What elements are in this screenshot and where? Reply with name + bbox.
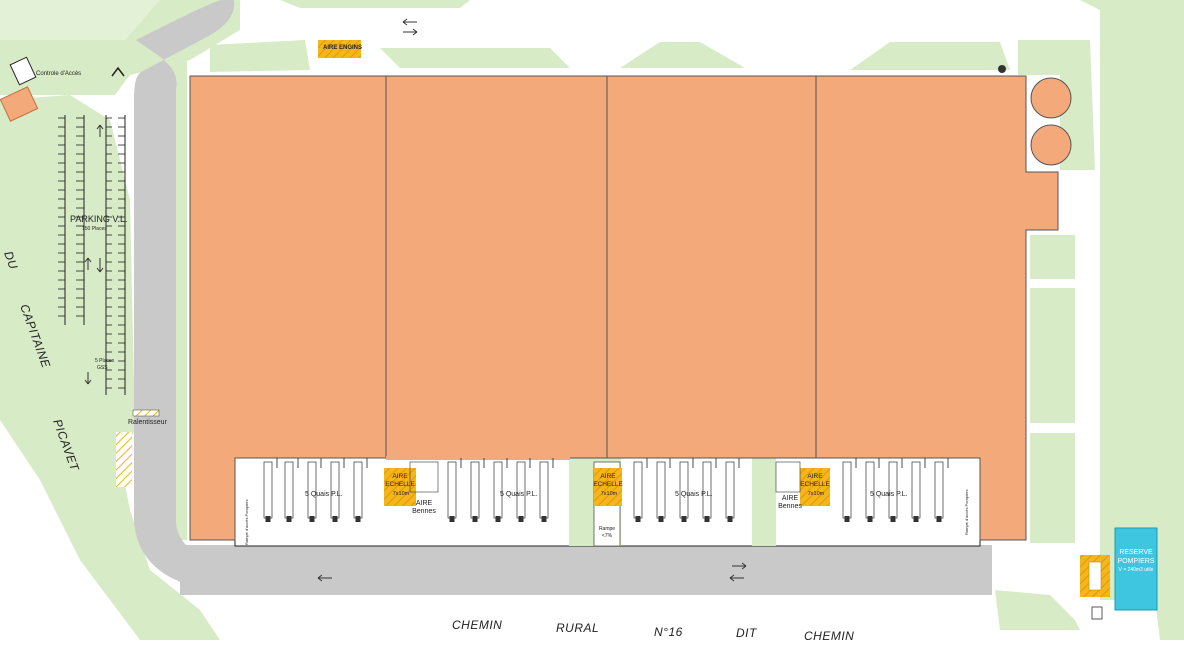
controle-acces-label: Controle d'Accès bbox=[36, 71, 81, 77]
road-word-chemin-1: CHEMIN bbox=[452, 618, 502, 632]
aire-echelle-1-l2: ECHELLE bbox=[385, 481, 415, 488]
rampe-pct: <7% bbox=[602, 533, 613, 539]
dock-door bbox=[265, 516, 271, 522]
dock-door bbox=[681, 516, 687, 522]
parking-small-sub: GSS bbox=[97, 365, 108, 371]
hydrant-icon bbox=[998, 65, 1006, 73]
dock-door bbox=[635, 516, 641, 522]
road-word-chemin-2: CHEMIN bbox=[804, 629, 854, 643]
aire-echelle-2-l1: AIRE bbox=[600, 473, 616, 480]
tank-2 bbox=[1030, 124, 1072, 166]
road-word-dit: DIT bbox=[736, 626, 758, 640]
parking-small-label: 5 Places bbox=[95, 358, 115, 364]
reserve-l2: POMPIERS bbox=[1118, 558, 1155, 565]
parking-places: 150 Places bbox=[82, 226, 107, 232]
dock-door bbox=[913, 516, 919, 522]
tank-1 bbox=[1030, 77, 1072, 119]
quai-label-3: 5 Quais P.L. bbox=[675, 491, 713, 498]
dock-door bbox=[332, 516, 338, 522]
dock-door bbox=[704, 516, 710, 522]
road-word-n16: N°16 bbox=[654, 625, 683, 639]
aire-bennes-2-l1: AIRE bbox=[782, 495, 799, 502]
aire-echelle-1: AIRE ECHELLE 7x10m bbox=[384, 468, 416, 506]
dock-door bbox=[286, 516, 292, 522]
parking-title: PARKING V.L. bbox=[70, 214, 128, 224]
aire-bennes-2-l2: Bennes bbox=[778, 503, 802, 510]
aire-echelle-3: AIRE ECHELLE 7x10m bbox=[800, 468, 830, 506]
dock-door bbox=[309, 516, 315, 522]
aire-bennes-1-l2: Bennes bbox=[412, 508, 436, 515]
site-plan: PARKING V.L. 150 Places 5 Places GSS Con… bbox=[0, 0, 1184, 643]
dock-door bbox=[541, 516, 547, 522]
aire-echelle-2-dims: 7x10m bbox=[601, 491, 618, 497]
road-word-rural: RURAL bbox=[556, 621, 599, 635]
dock-door bbox=[472, 516, 478, 522]
aire-echelle-2: AIRE ECHELLE 7x10m bbox=[593, 468, 623, 506]
dock-door bbox=[518, 516, 524, 522]
ralentisseur-label: Ralentisseur bbox=[128, 419, 168, 426]
rampe-side-label-1: Rampe d'accès Pompiers bbox=[244, 500, 249, 545]
aire-echelle-2-l2: ECHELLE bbox=[593, 481, 623, 488]
aire-echelle-3-dims: 7x10m bbox=[808, 491, 825, 497]
reserve-l3: V = 240m3 utile bbox=[1119, 567, 1154, 573]
dock-door bbox=[867, 516, 873, 522]
aire-echelle-1-dims: 7x10m bbox=[393, 491, 410, 497]
dock-door bbox=[727, 516, 733, 522]
quai-label-4: 5 Quais P.L. bbox=[870, 491, 908, 498]
dock-door bbox=[890, 516, 896, 522]
reserve-l1: RESERVE bbox=[1119, 549, 1153, 556]
dock-door bbox=[844, 516, 850, 522]
quai-label-2: 5 Quais P.L. bbox=[500, 491, 538, 498]
dock-door bbox=[495, 516, 501, 522]
aire-echelle-1-l1: AIRE bbox=[392, 473, 408, 480]
aire-engins: AIRE ENGINS bbox=[318, 40, 362, 58]
aire-bennes-1-l1: AIRE bbox=[416, 500, 433, 507]
aire-echelle-3-l1: AIRE bbox=[807, 473, 823, 480]
dock-door bbox=[936, 516, 942, 522]
aire-engins-label: AIRE ENGINS bbox=[323, 45, 362, 51]
rampe-label: Rampe bbox=[599, 526, 615, 532]
reserve-pompiers: RESERVE POMPIERS V = 240m3 utile bbox=[1080, 527, 1158, 620]
dock-door bbox=[355, 516, 361, 522]
quai-label-1: 5 Quais P.L. bbox=[305, 491, 343, 498]
dock-door bbox=[449, 516, 455, 522]
aire-echelle-3-l2: ECHELLE bbox=[800, 481, 830, 488]
road-name-bottom: CHEMIN RURAL N°16 DIT CHEMIN bbox=[452, 618, 854, 643]
rampe-side-label-2: Rampe d'accès Pompiers bbox=[964, 490, 969, 535]
dock-door bbox=[658, 516, 664, 522]
